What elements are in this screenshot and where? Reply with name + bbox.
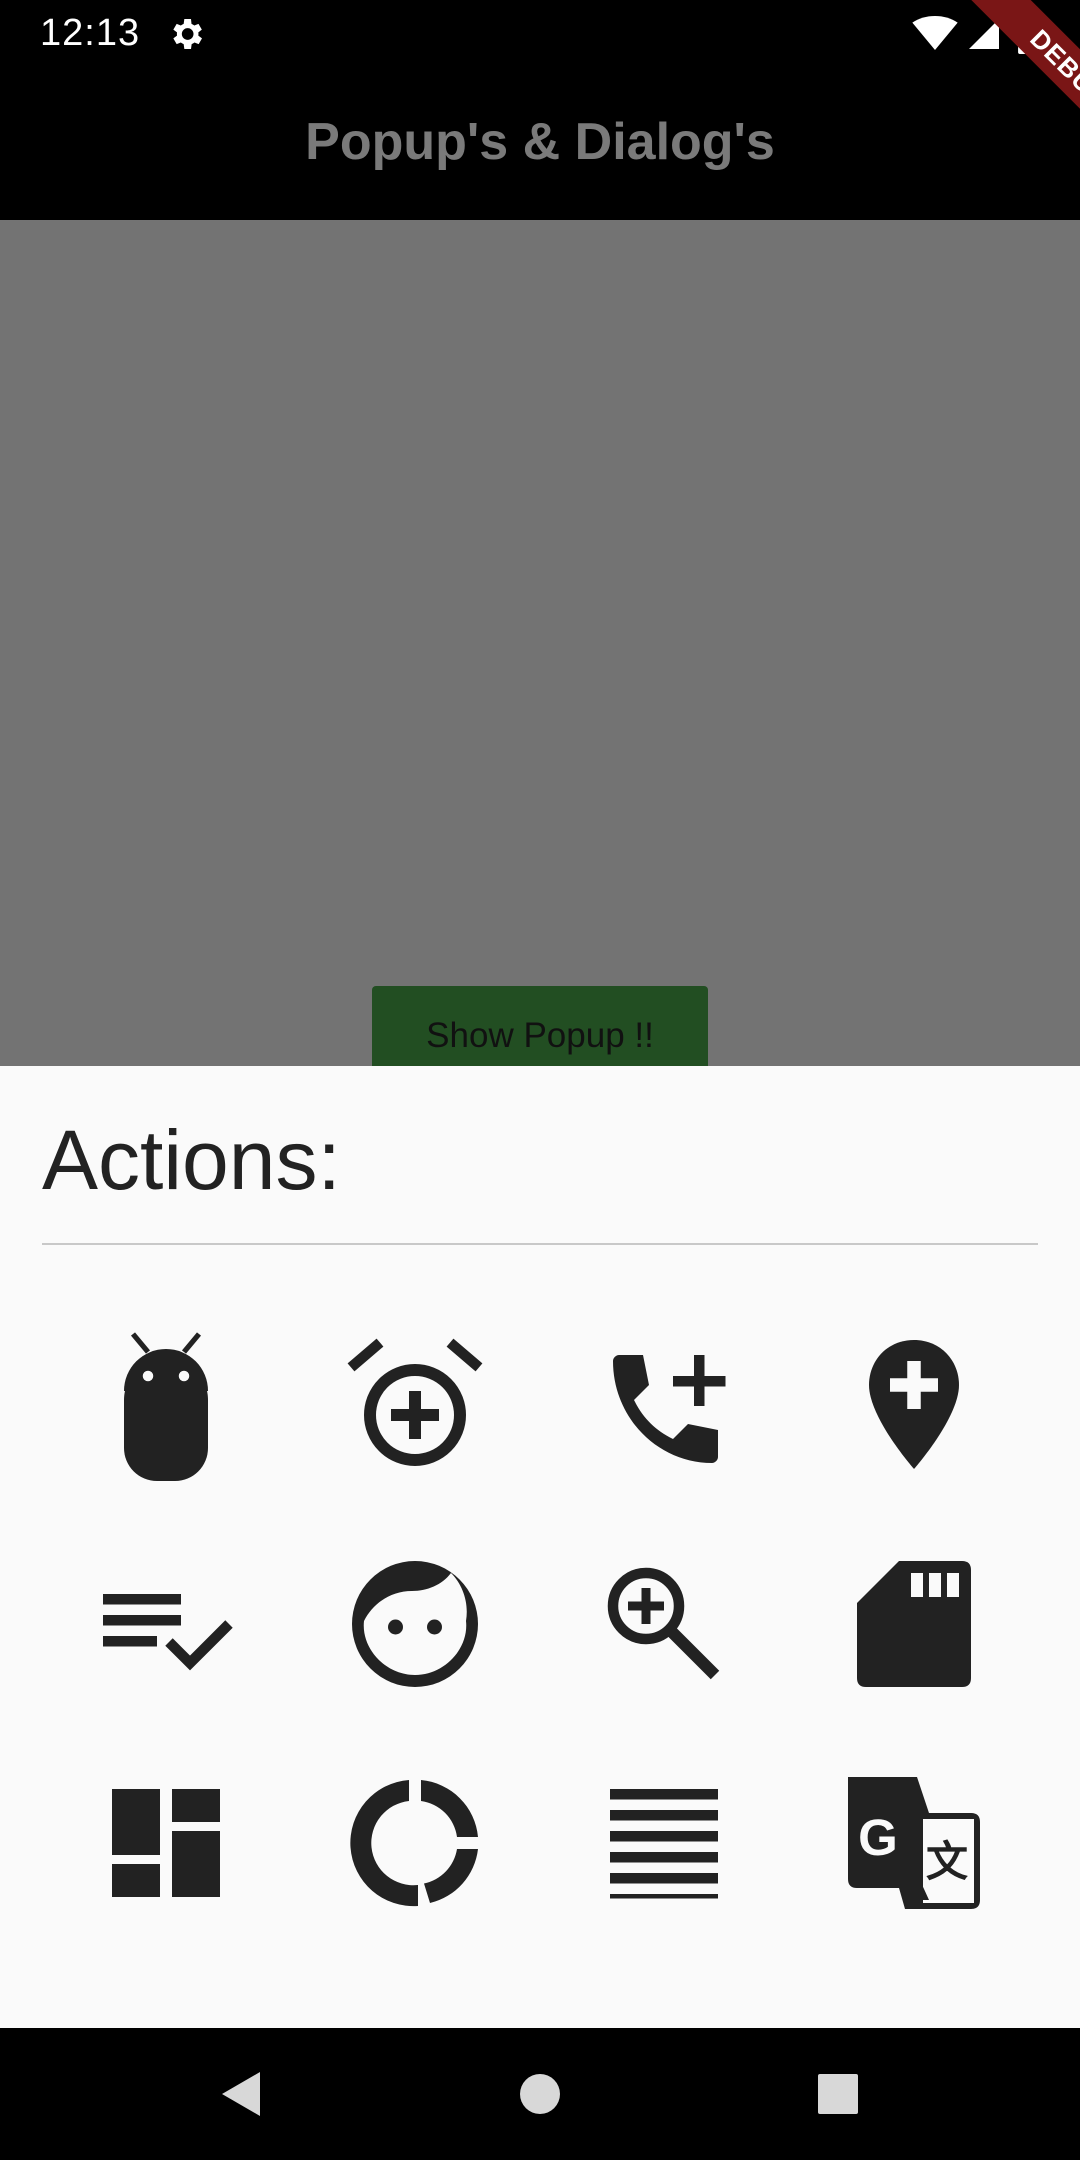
back-icon[interactable] — [210, 2064, 270, 2124]
android-icon[interactable] — [91, 1331, 241, 1481]
playlist-add-check-icon[interactable] — [91, 1549, 241, 1699]
donut-large-icon[interactable] — [340, 1768, 490, 1918]
icon-grid: G 文 — [0, 1066, 1080, 2028]
add-location-icon[interactable] — [839, 1331, 989, 1481]
home-icon[interactable] — [510, 2064, 570, 2124]
add-alarm-icon[interactable] — [340, 1331, 490, 1481]
debug-label: DEBUG — [949, 0, 1080, 190]
recents-icon[interactable] — [808, 2064, 868, 2124]
format-align-justify-icon[interactable] — [589, 1768, 739, 1918]
navigation-bar — [0, 2028, 1080, 2160]
status-time: 12:13 — [40, 12, 141, 54]
zoom-in-icon[interactable] — [589, 1549, 739, 1699]
gear-icon — [173, 19, 202, 49]
svg-text:文: 文 — [926, 1838, 968, 1885]
dashboard-icon[interactable] — [91, 1768, 241, 1918]
face-icon[interactable] — [340, 1549, 490, 1699]
sd-card-icon[interactable] — [839, 1549, 989, 1699]
show-popup-button[interactable]: Show Popup !! — [372, 986, 708, 1076]
add-call-icon[interactable] — [589, 1331, 739, 1481]
actions-bottom-sheet: Actions: G 文 — [0, 1066, 1080, 2028]
debug-banner: DEBUG — [880, 0, 1080, 200]
page-body-scrim[interactable]: Show Popup !! — [0, 220, 1080, 1076]
g-translate-icon[interactable]: G 文 — [839, 1768, 989, 1918]
svg-text:G: G — [858, 1809, 898, 1866]
